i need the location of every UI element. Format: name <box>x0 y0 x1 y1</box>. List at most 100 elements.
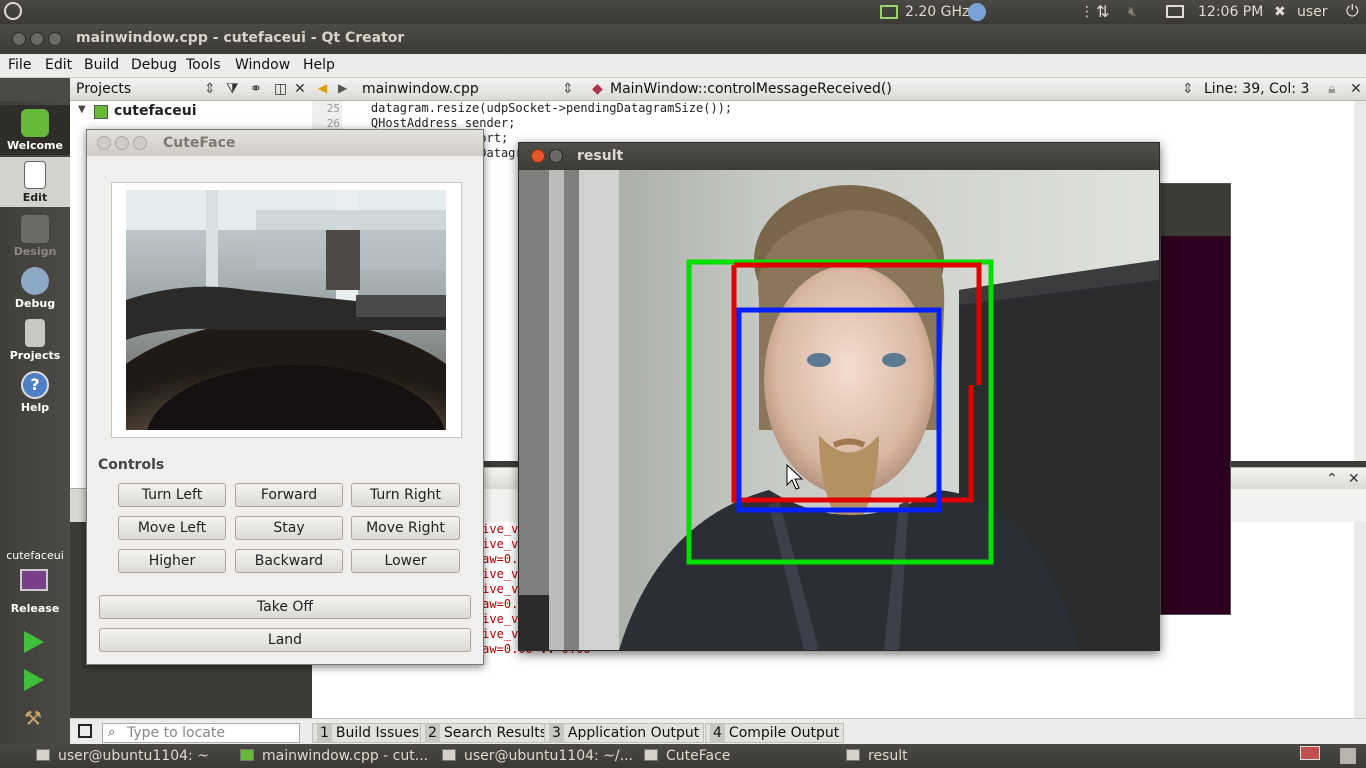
toggle-sidebar-icon[interactable] <box>78 724 92 738</box>
power-icon[interactable]: ⏻ <box>1346 2 1359 20</box>
project-root[interactable]: cutefaceui <box>114 103 197 119</box>
cpu-icon[interactable] <box>880 5 898 19</box>
qt-creator-titlebar[interactable]: mainwindow.cpp - cutefaceui - Qt Creator <box>0 24 1366 54</box>
menu-tools[interactable]: Tools <box>186 57 221 73</box>
combo-arrow-icon[interactable]: ⇕ <box>204 81 216 97</box>
mode-design[interactable]: Design <box>0 211 70 261</box>
editor-scrollbar[interactable] <box>1354 101 1366 461</box>
terminal-titlebar[interactable] <box>1161 184 1230 236</box>
menu-window[interactable]: Window <box>235 57 290 73</box>
minimize-icon[interactable] <box>549 149 563 163</box>
pane-compile-output[interactable]: 4 Compile Output <box>705 723 845 743</box>
mode-projects[interactable]: Projects <box>0 315 70 365</box>
pane-search-results[interactable]: 2 Search Results <box>420 723 553 743</box>
maximize-icon[interactable] <box>48 32 62 46</box>
split-icon[interactable]: ◫ <box>274 81 287 97</box>
weather-icon[interactable] <box>968 3 986 21</box>
move-left-button[interactable]: Move Left <box>118 516 226 540</box>
backward-button[interactable]: Backward <box>235 549 343 573</box>
nav-back-icon[interactable]: ◀ <box>318 81 327 95</box>
higher-button[interactable]: Higher <box>118 549 226 573</box>
taskbar-item-cuteface[interactable]: CuteFace <box>644 747 730 765</box>
code-line: QHostAddress sender; <box>342 116 516 130</box>
nav-forward-icon[interactable]: ▶ <box>338 81 347 95</box>
cpu-frequency[interactable]: 2.20 GHz <box>905 3 969 21</box>
mail-icon[interactable] <box>1166 5 1184 18</box>
project-icon <box>94 105 108 119</box>
clock[interactable]: 12:06 PM <box>1198 3 1263 21</box>
ubuntu-logo-icon[interactable] <box>4 2 22 20</box>
pane-application-output[interactable]: 3 Application Output <box>544 723 705 743</box>
taskbar-item-qt-creator[interactable]: mainwindow.cpp - cut... <box>240 747 428 765</box>
minimize-icon[interactable] <box>30 32 44 46</box>
close-pane-icon[interactable]: ✕ <box>294 81 306 97</box>
trash-icon[interactable] <box>1340 748 1356 764</box>
menu-build[interactable]: Build <box>84 57 119 73</box>
move-right-button[interactable]: Move Right <box>351 516 460 540</box>
locator-input[interactable]: Type to locate <box>102 723 300 743</box>
mode-welcome[interactable]: Welcome <box>0 105 70 155</box>
taskbar-item-label: result <box>868 748 908 764</box>
cursor-position: Line: 39, Col: 3 <box>1204 81 1310 97</box>
lock-icon[interactable]: 🔒︎ <box>1328 81 1335 97</box>
webcam-image <box>519 170 1159 650</box>
take-off-button[interactable]: Take Off <box>99 595 471 619</box>
link-icon[interactable]: ⚭ <box>250 81 262 97</box>
land-button[interactable]: Land <box>99 628 471 652</box>
taskbar-item-terminal-1[interactable]: user@ubuntu1104: ~ <box>36 747 209 765</box>
cuteface-titlebar[interactable]: CuteFace <box>87 130 483 156</box>
lower-button[interactable]: Lower <box>351 549 460 573</box>
minimize-icon[interactable] <box>115 136 129 150</box>
forward-button[interactable]: Forward <box>235 483 343 507</box>
build-hammer-icon[interactable]: ⚒ <box>24 707 44 729</box>
user-switch-icon[interactable]: ✖ <box>1274 3 1286 21</box>
close-icon[interactable] <box>531 149 545 163</box>
maximize-pane-icon[interactable]: ⌃ <box>1326 471 1338 487</box>
workspace-switcher-icon[interactable] <box>1300 746 1320 760</box>
maximize-icon[interactable] <box>133 136 147 150</box>
turn-right-button[interactable]: Turn Right <box>351 483 460 507</box>
edit-document-icon <box>24 161 46 189</box>
stay-button[interactable]: Stay <box>235 516 343 540</box>
mode-welcome-label: Welcome <box>7 139 63 152</box>
file-combo[interactable]: mainwindow.cpp <box>362 81 479 97</box>
close-editor-icon[interactable]: ✕ <box>1350 81 1362 97</box>
debug-run-icon[interactable] <box>24 669 44 691</box>
mode-edit[interactable]: Edit <box>0 157 70 207</box>
menu-help[interactable]: Help <box>303 57 335 73</box>
mode-projects-label: Projects <box>9 349 61 362</box>
filter-icon[interactable]: ⧩ <box>226 81 239 97</box>
run-icon[interactable] <box>24 631 44 653</box>
taskbar-item-label: user@ubuntu1104: ~/... <box>464 748 633 764</box>
more-icon[interactable]: ⋮ <box>1080 3 1094 21</box>
expand-arrow-icon[interactable]: ▼ <box>78 104 86 115</box>
taskbar-item-result[interactable]: result <box>846 747 908 765</box>
close-icon[interactable] <box>12 32 26 46</box>
pane-build-issues[interactable]: 1 Build Issues <box>312 723 425 743</box>
pane-number: 4 <box>710 724 725 743</box>
mode-debug-label: Debug <box>14 297 56 310</box>
turn-left-button[interactable]: Turn Left <box>118 483 226 507</box>
terminal-window-background[interactable] <box>1160 183 1231 615</box>
mode-debug[interactable]: Debug <box>0 263 70 313</box>
window-icon <box>644 749 658 761</box>
network-icon[interactable]: ⇅ <box>1096 3 1109 21</box>
menu-edit[interactable]: Edit <box>45 57 72 73</box>
line-number-25: 25 <box>326 102 340 115</box>
mode-help[interactable]: ? Help <box>0 367 70 417</box>
close-icon[interactable] <box>97 136 111 150</box>
volume-muted-icon[interactable]: 🔇︎ <box>1128 3 1137 21</box>
file-combo-arrow-icon[interactable]: ⇕ <box>562 81 574 97</box>
function-combo-arrow-icon[interactable]: ⇕ <box>1182 81 1194 97</box>
menu-file[interactable]: File <box>8 57 31 73</box>
terminal-icon <box>36 749 50 761</box>
user-name[interactable]: user <box>1297 3 1328 21</box>
menu-debug[interactable]: Debug <box>131 57 177 73</box>
function-combo[interactable]: MainWindow::controlMessageReceived() <box>610 81 892 97</box>
output-scrollbar[interactable] <box>1354 522 1366 718</box>
projects-view-selector[interactable]: Projects <box>76 81 131 97</box>
taskbar-item-terminal-2[interactable]: user@ubuntu1104: ~/... <box>442 747 633 765</box>
target-device-icon[interactable] <box>20 569 48 591</box>
close-output-icon[interactable]: ✕ <box>1348 471 1360 487</box>
result-titlebar[interactable]: result <box>519 143 1159 170</box>
